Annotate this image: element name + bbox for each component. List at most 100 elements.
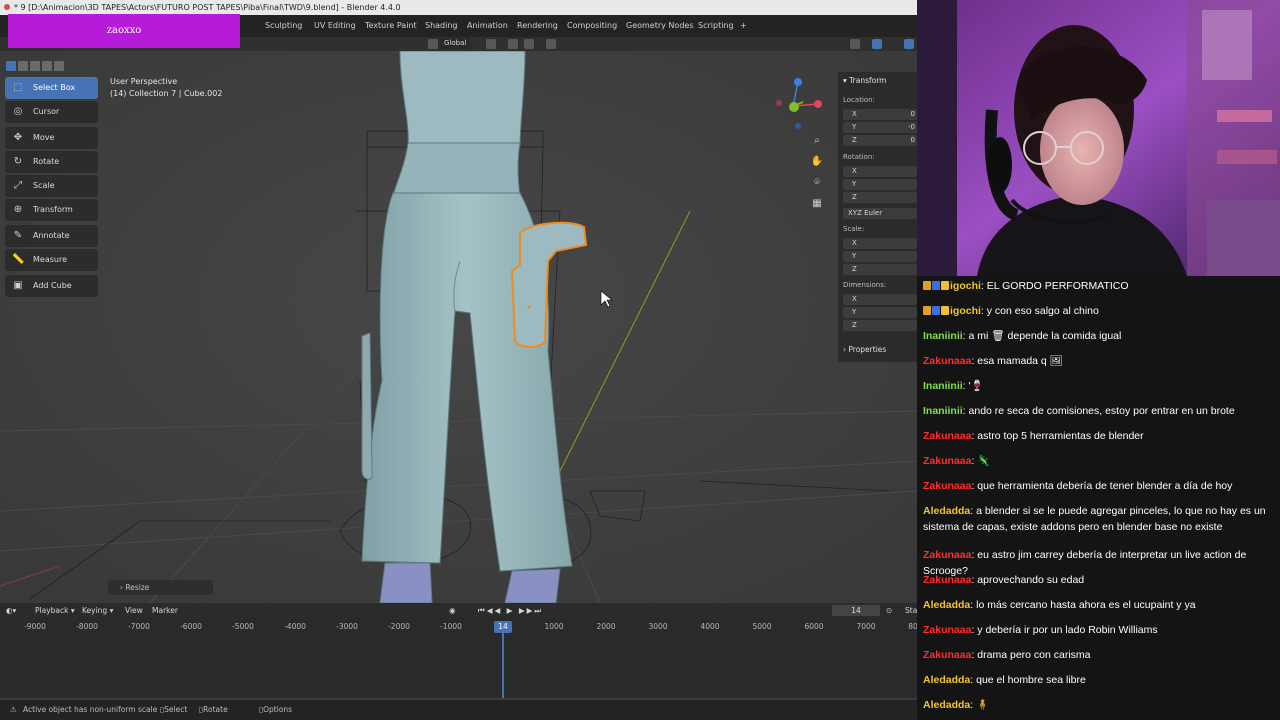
gizmo-y-axis[interactable] bbox=[789, 102, 799, 112]
grid-toggle-icon[interactable]: ▦ bbox=[810, 197, 824, 211]
gizmo-x-axis[interactable] bbox=[814, 100, 822, 108]
axis-label: Y bbox=[852, 252, 857, 260]
gizmo-toggle-icon[interactable] bbox=[872, 39, 882, 49]
workspace-tab[interactable]: Animation bbox=[467, 19, 508, 33]
overlay-toggle-icon[interactable] bbox=[904, 39, 914, 49]
location-z-field[interactable]: Z0 bbox=[843, 135, 917, 146]
navigation-gizmo[interactable] bbox=[775, 76, 825, 132]
location-x-field[interactable]: X0 bbox=[843, 109, 917, 120]
proportional-edit-icon[interactable] bbox=[546, 39, 556, 49]
snap-target-icon[interactable] bbox=[524, 39, 534, 49]
workspace-tab[interactable]: Rendering bbox=[517, 19, 558, 33]
playhead-line[interactable] bbox=[502, 633, 504, 698]
scale-y-field[interactable]: Y bbox=[843, 251, 917, 262]
transform-section-header[interactable]: ▾ Transform bbox=[843, 76, 886, 85]
playhead-frame[interactable]: 14 bbox=[494, 621, 512, 633]
mode-extend-icon[interactable] bbox=[18, 61, 28, 71]
snap-icon[interactable] bbox=[508, 39, 518, 49]
last-operator-panel[interactable]: › Resize bbox=[108, 580, 213, 595]
location-y-field[interactable]: Y -0 bbox=[843, 122, 917, 133]
editor-type-icon[interactable]: ◐▾ bbox=[6, 605, 16, 616]
rotation-mode-dropdown[interactable]: XYZ Euler bbox=[843, 208, 917, 219]
axis-label: X bbox=[852, 239, 857, 247]
playback-menu[interactable]: Playback ▾ bbox=[35, 605, 75, 616]
workspace-tab[interactable]: Compositing bbox=[567, 19, 617, 33]
tool-add-cube[interactable]: ▣ Add Cube bbox=[5, 275, 98, 297]
tool-scale[interactable]: ⤢ Scale bbox=[5, 175, 98, 197]
chat-username[interactable]: Aledadda bbox=[923, 674, 970, 686]
pivot-icon[interactable] bbox=[486, 39, 496, 49]
mode-invert-icon[interactable] bbox=[42, 61, 52, 71]
selection-mode-buttons[interactable] bbox=[6, 56, 68, 71]
hint-label: Rotate View bbox=[203, 705, 228, 714]
zoom-icon[interactable]: ⌕ bbox=[810, 134, 824, 148]
chat-username[interactable]: Zakunaaa bbox=[923, 574, 971, 586]
chat-username[interactable]: Inaniinii bbox=[923, 405, 963, 417]
dimensions-z-field[interactable]: Z bbox=[843, 320, 917, 331]
current-frame-field[interactable]: 14 bbox=[832, 605, 880, 616]
chat-username[interactable]: Inaniinii bbox=[923, 330, 963, 342]
ruler-tick-label: -4000 bbox=[284, 622, 306, 631]
cursor-icon: ◎ bbox=[13, 106, 23, 117]
workspace-tab[interactable]: Texture Paint bbox=[365, 19, 417, 33]
timeline-ruler[interactable]: -9000 -8000 -7000 -6000 -5000 -4000 -3000 -2000… bbox=[0, 620, 918, 634]
mode-subtract-icon[interactable] bbox=[30, 61, 40, 71]
rotation-z-field[interactable]: Z bbox=[843, 192, 917, 203]
chat-username[interactable]: Aledadda bbox=[923, 505, 970, 517]
tool-cursor[interactable]: ◎ Cursor bbox=[5, 101, 98, 123]
chat-username[interactable]: Aledadda bbox=[923, 699, 970, 711]
workspace-tab[interactable]: Scripting bbox=[698, 19, 734, 33]
rotation-y-field[interactable]: Y bbox=[843, 179, 917, 190]
chat-username[interactable]: Zakunaaa bbox=[923, 480, 971, 492]
chat-username[interactable]: Zakunaaa bbox=[923, 355, 971, 367]
tool-annotate[interactable]: ✎ Annotate bbox=[5, 225, 98, 247]
tool-rotate[interactable]: ↻ Rotate bbox=[5, 151, 98, 173]
active-collection: (14) Collection 7 | Cube.002 bbox=[110, 89, 223, 98]
visibility-icon[interactable] bbox=[850, 39, 860, 49]
3d-viewport[interactable] bbox=[0, 51, 917, 603]
stream-chat: igochi: EL GORDO PERFORMATICO igochi: y … bbox=[917, 276, 1280, 720]
window-titlebar: * 9 [D:\Animacion\3D TAPES\Actors\FUTURO… bbox=[0, 0, 917, 15]
mode-intersect-icon[interactable] bbox=[54, 61, 64, 71]
chat-text: '🍷 bbox=[968, 380, 984, 392]
frame-rate-icon[interactable]: ⊙ bbox=[886, 605, 892, 616]
keying-menu[interactable]: Keying ▾ bbox=[82, 605, 113, 616]
properties-section-header[interactable]: › Properties bbox=[843, 345, 886, 354]
scale-x-field[interactable]: X bbox=[843, 238, 917, 249]
workspace-tab[interactable]: Sculpting bbox=[265, 19, 302, 33]
tool-select-box[interactable]: ⬚ Select Box bbox=[5, 77, 98, 99]
tool-measure[interactable]: 📏 Measure bbox=[5, 249, 98, 271]
rotation-x-field[interactable]: X bbox=[843, 166, 917, 177]
ruler-tick-label: -5000 bbox=[232, 622, 254, 631]
view-menu[interactable]: View bbox=[125, 605, 143, 616]
workspace-tab[interactable]: Shading bbox=[425, 19, 458, 33]
chat-username[interactable]: Zakunaaa bbox=[923, 430, 971, 442]
workspace-tab[interactable]: Geometry Nodes bbox=[626, 19, 693, 33]
transform-orientation-dropdown[interactable]: Global bbox=[440, 38, 471, 49]
chat-username[interactable]: igochi bbox=[950, 305, 981, 317]
dimensions-x-field[interactable]: X bbox=[843, 294, 917, 305]
gizmo-neg-z[interactable] bbox=[795, 123, 801, 129]
chat-username[interactable]: Zakunaaa bbox=[923, 549, 971, 561]
chat-username[interactable]: Zakunaaa bbox=[923, 624, 971, 636]
gizmo-z-axis[interactable] bbox=[794, 78, 802, 86]
chat-username[interactable]: igochi bbox=[950, 280, 981, 292]
chat-username[interactable]: Inaniinii bbox=[923, 380, 963, 392]
gizmo-neg-x[interactable] bbox=[776, 100, 782, 106]
tool-move[interactable]: ✥ Move bbox=[5, 127, 98, 149]
chat-username[interactable]: Zakunaaa bbox=[923, 649, 971, 661]
camera-view-icon[interactable]: ⌾ bbox=[810, 176, 824, 190]
dimensions-y-field[interactable]: Y bbox=[843, 307, 917, 318]
workspace-tab[interactable]: UV Editing bbox=[314, 19, 356, 33]
tool-transform[interactable]: ⊕ Transform bbox=[5, 199, 98, 221]
auto-key-icon[interactable]: ◉ bbox=[449, 605, 456, 616]
chat-username[interactable]: Zakunaaa bbox=[923, 455, 971, 467]
scale-z-field[interactable]: Z bbox=[843, 264, 917, 275]
mode-new-icon[interactable] bbox=[6, 61, 16, 71]
playback-controls[interactable]: ⏮◀◀ ▶ ▶▶⏭ bbox=[478, 605, 543, 616]
marker-menu[interactable]: Marker bbox=[152, 605, 178, 616]
pan-hand-icon[interactable]: ✋ bbox=[810, 155, 824, 169]
moderator-badge-icon bbox=[932, 281, 940, 290]
workspace-tab[interactable]: + bbox=[740, 19, 747, 33]
chat-username[interactable]: Aledadda bbox=[923, 599, 970, 611]
